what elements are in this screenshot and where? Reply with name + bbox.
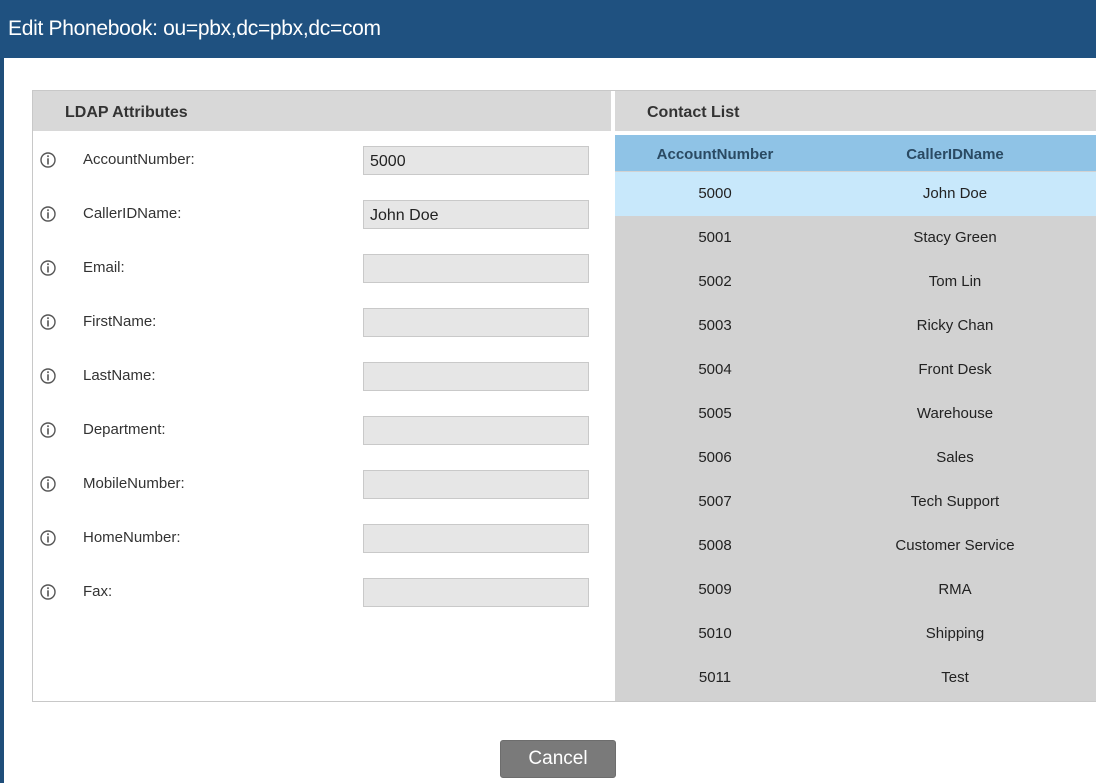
attr-label: Email: [83,259,125,276]
attr-row-email: Email: [33,249,611,289]
table-row[interactable]: 5007 Tech Support [615,480,1096,524]
email-field[interactable] [363,254,589,283]
account-number-cell: 5002 [698,273,732,290]
attr-label: MobileNumber: [83,475,185,492]
table-row[interactable]: 5004 Front Desk [615,348,1096,392]
home-number-field[interactable] [363,524,589,553]
account-number-cell: 5008 [698,537,732,554]
attr-row-caller-id-name: CallerIDName: [33,195,611,235]
attr-label: Fax: [83,583,113,600]
caller-id-name-cell: Front Desk [918,361,992,378]
last-name-field[interactable] [363,362,589,391]
account-number-cell: 5006 [698,449,732,466]
info-icon[interactable] [40,368,56,384]
contact-list-header: Contact List [615,91,1096,131]
mobile-number-field[interactable] [363,470,589,499]
attr-label: FirstName: [83,313,157,330]
table-row[interactable]: 5005 Warehouse [615,392,1096,436]
caller-id-name-cell: Warehouse [916,405,994,422]
attr-row-department: Department: [33,411,611,451]
ldap-attributes-header: LDAP Attributes [33,91,611,131]
account-number-cell: 5000 [698,185,732,202]
info-icon[interactable] [40,206,56,222]
info-icon[interactable] [40,422,56,438]
account-number-cell: 5009 [698,581,732,598]
caller-id-name-cell: Customer Service [895,537,1015,554]
account-number-cell: 5011 [698,669,732,686]
caller-id-name-cell: Sales [936,449,974,466]
info-icon[interactable] [40,530,56,546]
caller-id-name-cell: John Doe [922,185,988,202]
attr-label: CallerIDName: [83,205,182,222]
account-number-cell: 5005 [698,405,732,422]
attr-label: Department: [83,421,166,438]
attr-row-account-number: AccountNumber: [33,141,611,181]
table-row[interactable]: 5010 Shipping [615,612,1096,656]
attr-row-fax: Fax: [33,573,611,613]
caller-id-name-cell: Tech Support [910,493,1000,510]
attr-row-mobile-number: MobileNumber: [33,465,611,505]
account-number-cell: 5003 [698,317,732,334]
caller-id-name-field[interactable] [363,200,589,229]
dialog-title: Edit Phonebook: ou=pbx,dc=pbx,dc=com [0,0,1096,58]
table-row[interactable]: 5006 Sales [615,436,1096,480]
info-icon[interactable] [40,260,56,276]
attr-label: HomeNumber: [83,529,181,546]
fax-field[interactable] [363,578,589,607]
attr-label: AccountNumber: [83,151,195,168]
attr-row-home-number: HomeNumber: [33,519,611,559]
caller-id-name-cell: Stacy Green [913,229,997,246]
table-row[interactable]: 5001 Stacy Green [615,216,1096,260]
attr-label: LastName: [83,367,156,384]
caller-id-name-cell: Ricky Chan [916,317,994,334]
info-icon[interactable] [40,314,56,330]
account-number-cell: 5007 [698,493,732,510]
caller-id-name-cell: Shipping [925,625,985,642]
table-row[interactable]: 5000 John Doe [615,172,1096,216]
department-field[interactable] [363,416,589,445]
caller-id-name-cell: Tom Lin [928,273,982,290]
info-icon[interactable] [40,152,56,168]
attr-row-first-name: FirstName: [33,303,611,343]
table-row[interactable]: 5002 Tom Lin [615,260,1096,304]
account-number-cell: 5001 [698,229,732,246]
dialog-frame [0,0,4,783]
table-row[interactable]: 5011 Test [615,656,1096,700]
info-icon[interactable] [40,476,56,492]
account-number-cell: 5010 [698,625,732,642]
cancel-button[interactable]: Cancel [500,740,616,778]
contact-list-column-headers: AccountNumber CallerIDName [615,135,1096,171]
first-name-field[interactable] [363,308,589,337]
column-header-account-number[interactable]: AccountNumber [615,135,815,171]
table-row[interactable]: 5008 Customer Service [615,524,1096,568]
account-number-field[interactable] [363,146,589,175]
caller-id-name-cell: RMA [938,581,972,598]
table-row[interactable]: 5009 RMA [615,568,1096,612]
table-row[interactable]: 5003 Ricky Chan [615,304,1096,348]
attr-row-last-name: LastName: [33,357,611,397]
column-header-caller-id-name[interactable]: CallerIDName [855,135,1055,171]
info-icon[interactable] [40,584,56,600]
account-number-cell: 5004 [698,361,732,378]
contact-list-table: AccountNumber CallerIDName 5000 John Doe 5… [615,135,1096,701]
caller-id-name-cell: Test [941,669,969,686]
